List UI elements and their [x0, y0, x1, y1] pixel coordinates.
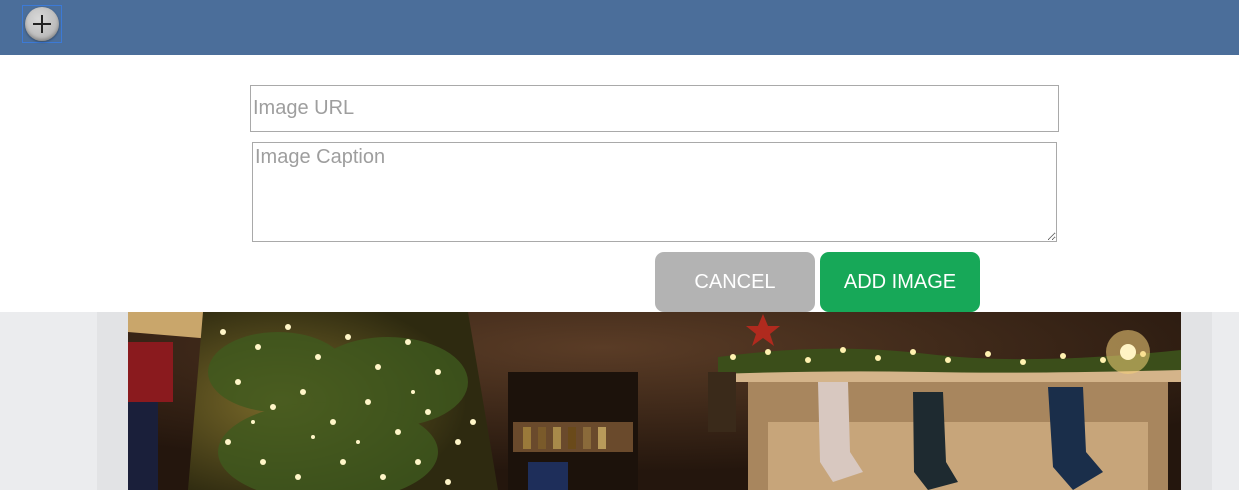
top-toolbar: [0, 0, 1239, 55]
add-image-form: CANCEL ADD IMAGE: [0, 55, 1239, 312]
christmas-scene-image: [128, 312, 1181, 490]
image-caption-input[interactable]: [252, 142, 1057, 242]
image-url-input[interactable]: [250, 85, 1059, 132]
add-image-button[interactable]: ADD IMAGE: [820, 252, 980, 312]
cancel-button[interactable]: CANCEL: [655, 252, 815, 312]
plus-icon: [25, 7, 59, 41]
add-content-button[interactable]: [22, 5, 62, 43]
